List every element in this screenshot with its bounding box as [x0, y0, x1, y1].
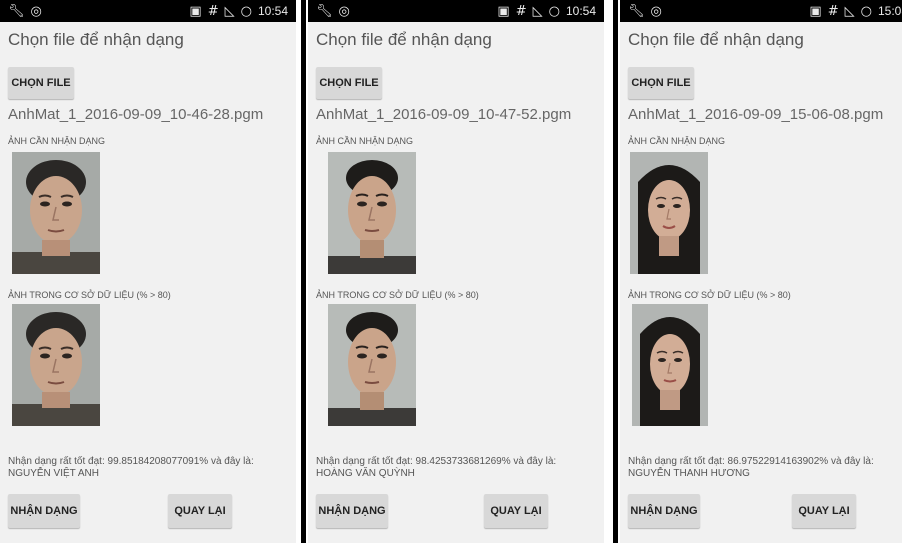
- file-name: AnhMat_1_2016-09-09_10-47-52.pgm: [316, 106, 572, 123]
- status-bar: 🔧︎ ◎ ▣ # ◺ ○ 15:08: [620, 0, 902, 22]
- page-title: Chọn file để nhận dạng: [316, 30, 492, 49]
- caption-input-image: ẢNH CẦN NHẬN DẠNG: [628, 136, 726, 146]
- phone-screen-2: 🔧︎ ◎ ▣ # ◺ ○ 10:54 Chọn file để nhận dạn…: [308, 0, 604, 543]
- matched-face-image: [12, 304, 100, 426]
- circle-icon: ○: [240, 3, 252, 19]
- result-name: NGUYỄN VIỆT ANH: [8, 468, 99, 479]
- circle-icon: ○: [860, 3, 872, 19]
- matched-face-image: [632, 304, 708, 426]
- wrench-icon: 🔧︎: [8, 3, 25, 19]
- hash-icon: #: [515, 3, 527, 19]
- file-name: AnhMat_1_2016-09-09_10-46-28.pgm: [8, 106, 264, 123]
- caption-input-image: ẢNH CẦN NHẬN DẠNG: [8, 136, 106, 146]
- signal-icon: ◺: [844, 3, 855, 19]
- clock-time: 15:08: [877, 4, 902, 18]
- caption-database-image: ẢNH TRONG CƠ SỞ DỮ LIỆU (% > 80): [316, 290, 479, 300]
- matched-face-image: [328, 304, 416, 426]
- caption-database-image: ẢNH TRONG CƠ SỞ DỮ LIỆU (% > 80): [8, 290, 171, 300]
- result-score: Nhận dạng rất tốt đạt: 86.97522914163902…: [628, 456, 874, 467]
- caption-database-image: ẢNH TRONG CƠ SỞ DỮ LIỆU (% > 80): [628, 290, 791, 300]
- recognition-result: Nhận dạng rất tốt đạt: 99.85184208077091…: [8, 456, 294, 480]
- signal-icon: ◺: [532, 3, 543, 19]
- back-button[interactable]: QUAY LẠI: [484, 494, 548, 528]
- target-icon: ◎: [338, 3, 350, 19]
- hash-icon: #: [207, 3, 219, 19]
- sim-icon: ▣: [189, 3, 202, 19]
- clock-time: 10:54: [257, 4, 288, 18]
- status-bar: 🔧︎ ◎ ▣ # ◺ ○ 10:54: [308, 0, 604, 22]
- caption-input-image: ẢNH CẦN NHẬN DẠNG: [316, 136, 414, 146]
- choose-file-button[interactable]: CHỌN FILE: [628, 67, 694, 99]
- phone-screen-3: 🔧︎ ◎ ▣ # ◺ ○ 15:08 Chọn file để nhận dạn…: [620, 0, 902, 543]
- clock-time: 10:54: [565, 4, 596, 18]
- sim-icon: ▣: [809, 3, 822, 19]
- file-name: AnhMat_1_2016-09-09_15-06-08.pgm: [628, 106, 884, 123]
- phone-screen-1: 🔧︎ ◎ ▣ # ◺ ○ 10:54 Chọn file để nhận dạn…: [0, 0, 296, 543]
- choose-file-button[interactable]: CHỌN FILE: [316, 67, 382, 99]
- target-icon: ◎: [650, 3, 662, 19]
- input-face-image: [630, 152, 708, 274]
- result-name: NGUYỄN THANH HƯƠNG: [628, 468, 750, 479]
- back-button[interactable]: QUAY LẠI: [168, 494, 232, 528]
- hash-icon: #: [827, 3, 839, 19]
- result-score: Nhận dạng rất tốt đạt: 98.4253733681269%…: [316, 456, 557, 467]
- recognize-button[interactable]: NHẬN DẠNG: [628, 494, 700, 528]
- recognition-result: Nhận dạng rất tốt đạt: 86.97522914163902…: [628, 456, 902, 480]
- recognition-result: Nhận dạng rất tốt đạt: 98.4253733681269%…: [316, 456, 602, 480]
- wrench-icon: 🔧︎: [628, 3, 645, 19]
- recognize-button[interactable]: NHẬN DẠNG: [8, 494, 80, 528]
- divider-line: [613, 0, 618, 543]
- page-title: Chọn file để nhận dạng: [8, 30, 184, 49]
- signal-icon: ◺: [224, 3, 235, 19]
- circle-icon: ○: [548, 3, 560, 19]
- back-button[interactable]: QUAY LẠI: [792, 494, 856, 528]
- page-title: Chọn file để nhận dạng: [628, 30, 804, 49]
- input-face-image: [328, 152, 416, 274]
- divider-line: [301, 0, 306, 543]
- recognize-button[interactable]: NHẬN DẠNG: [316, 494, 388, 528]
- choose-file-button[interactable]: CHỌN FILE: [8, 67, 74, 99]
- target-icon: ◎: [30, 3, 42, 19]
- input-face-image: [12, 152, 100, 274]
- result-name: HOÀNG VĂN QUỲNH: [316, 468, 415, 479]
- status-bar: 🔧︎ ◎ ▣ # ◺ ○ 10:54: [0, 0, 296, 22]
- wrench-icon: 🔧︎: [316, 3, 333, 19]
- sim-icon: ▣: [497, 3, 510, 19]
- result-score: Nhận dạng rất tốt đạt: 99.85184208077091…: [8, 456, 254, 467]
